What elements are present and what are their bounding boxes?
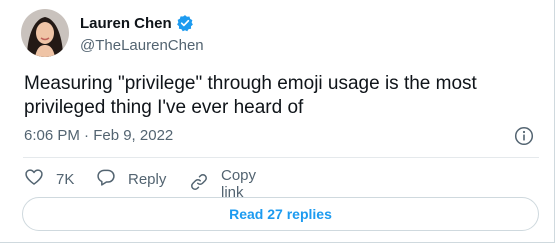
tweet-timestamp[interactable]: 6:06 PM · Feb 9, 2022 (24, 127, 173, 144)
like-count: 7K (56, 170, 75, 188)
copy-link-label: Copy link (221, 167, 257, 201)
tweet-card: Lauren Chen @TheLaurenChen Measuring "pr… (0, 0, 555, 243)
reply-button[interactable]: Reply (96, 167, 166, 191)
like-button[interactable]: 7K (24, 167, 74, 191)
read-replies-label: Read 27 replies (229, 206, 332, 222)
link-icon (189, 172, 209, 196)
author-name-row: Lauren Chen (80, 14, 194, 32)
display-name[interactable]: Lauren Chen (80, 15, 172, 32)
info-icon[interactable] (514, 126, 534, 151)
divider (23, 157, 539, 158)
verified-badge-icon (176, 14, 194, 32)
speech-bubble-icon (96, 167, 116, 191)
copy-link-button[interactable]: Copy link (189, 167, 256, 201)
tweet-text: Measuring "privilege" through emoji usag… (24, 73, 477, 118)
avatar-photo (21, 9, 69, 57)
avatar[interactable] (21, 9, 69, 57)
reply-label: Reply (128, 170, 167, 188)
author-handle[interactable]: @TheLaurenChen (80, 37, 204, 54)
heart-icon (24, 167, 44, 191)
read-replies-button[interactable]: Read 27 replies (22, 197, 539, 231)
